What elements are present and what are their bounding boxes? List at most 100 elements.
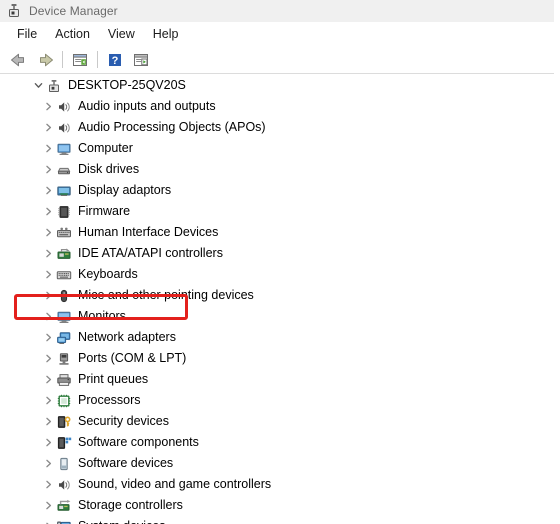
tree-item-label: Computer	[78, 141, 133, 155]
tree-row[interactable]: Disk drives	[0, 159, 554, 180]
ide-controller-icon	[57, 247, 71, 259]
speaker-icon	[59, 479, 70, 490]
tree-item-label: Human Interface Devices	[78, 225, 219, 239]
toolbar-separator	[62, 51, 63, 68]
tree-row[interactable]: Ports (COM & LPT)	[0, 348, 554, 369]
tree-row[interactable]: Storage controllers	[0, 495, 554, 516]
tree-item-label: Sound, video and game controllers	[78, 477, 272, 491]
chevron-down-icon[interactable]	[30, 75, 46, 96]
menu-item-view[interactable]: View	[99, 25, 144, 43]
tree-row[interactable]: Firmware	[0, 201, 554, 222]
menu-item-file[interactable]: File	[8, 25, 46, 43]
back-button[interactable]	[6, 48, 32, 72]
tree-row[interactable]: Processors	[0, 390, 554, 411]
menu-item-help[interactable]: Help	[144, 25, 188, 43]
tree-row[interactable]: Print queues	[0, 369, 554, 390]
tree-row[interactable]: Sound, video and game controllers	[0, 474, 554, 495]
tree-item-label: System devices	[78, 516, 166, 524]
tree-item-label: Print queues	[78, 372, 149, 386]
tree-item-label: Software devices	[78, 456, 174, 470]
chevron-right-icon[interactable]	[40, 264, 56, 285]
tree-row[interactable]: Keyboards	[0, 264, 554, 285]
security-device-icon	[57, 415, 71, 428]
monitor-icon	[57, 143, 71, 155]
chevron-right-icon[interactable]	[40, 474, 56, 495]
chevron-right-icon[interactable]	[40, 390, 56, 411]
keyboard-icon	[56, 270, 72, 279]
speaker-icon	[59, 101, 70, 112]
forward-arrow-icon	[40, 53, 53, 66]
system-device-icon	[57, 521, 71, 524]
device-manager-window: Device Manager File Action View Help ? D…	[0, 0, 560, 524]
tree-row[interactable]: Network adapters	[0, 327, 554, 348]
properties-button[interactable]	[67, 48, 93, 72]
computer-root-icon	[49, 79, 59, 92]
toolbar-separator	[97, 51, 98, 68]
back-arrow-icon	[11, 53, 24, 66]
tree-row-root[interactable]: DESKTOP-25QV20S	[0, 75, 554, 96]
svg-text:?: ?	[112, 55, 119, 67]
chevron-right-icon[interactable]	[40, 369, 56, 390]
speaker-icon	[59, 122, 70, 133]
tree-row[interactable]: Human Interface Devices	[0, 222, 554, 243]
tree-row[interactable]: System devices	[0, 516, 554, 524]
title-bar: Device Manager	[0, 0, 554, 22]
software-component-icon	[57, 436, 72, 449]
tree-row[interactable]: Audio Processing Objects (APOs)	[0, 117, 554, 138]
firmware-chip-icon	[58, 205, 70, 218]
tree-children-container: Audio inputs and outputs Audio Processing…	[0, 96, 554, 524]
device-tree: DESKTOP-25QV20S Audio inputs and outputs…	[0, 75, 554, 524]
tree-item-label: Network adapters	[78, 330, 176, 344]
chevron-right-icon[interactable]	[40, 495, 56, 516]
properties-icon	[73, 53, 87, 66]
device-manager-icon	[9, 4, 19, 17]
display-adapter-icon	[57, 186, 71, 196]
chevron-right-icon[interactable]	[40, 222, 56, 243]
tree-row[interactable]: Mice and other pointing devices	[0, 285, 554, 306]
processor-icon	[57, 394, 71, 407]
tree-row[interactable]: Display adaptors	[0, 180, 554, 201]
chevron-right-icon[interactable]	[40, 180, 56, 201]
chevron-right-icon[interactable]	[40, 306, 56, 327]
mouse-icon	[60, 289, 68, 302]
chevron-right-icon[interactable]	[40, 243, 56, 264]
tree-item-label: Mice and other pointing devices	[78, 288, 254, 302]
tree-row[interactable]: Software components	[0, 432, 554, 453]
tree-item-label: Disk drives	[78, 162, 140, 176]
tree-row[interactable]: IDE ATA/ATAPI controllers	[0, 243, 554, 264]
menu-bar: File Action View Help	[0, 22, 554, 46]
tree-item-label: Monitors	[78, 309, 126, 323]
tree-row[interactable]: Monitors	[0, 306, 554, 327]
chevron-right-icon[interactable]	[40, 96, 56, 117]
storage-controller-icon	[57, 499, 71, 511]
chevron-right-icon[interactable]	[40, 411, 56, 432]
help-question-icon: ?	[109, 53, 121, 67]
scan-for-hardware-changes-button[interactable]	[128, 48, 154, 72]
tree-row[interactable]: Software devices	[0, 453, 554, 474]
hid-icon	[57, 227, 71, 237]
tree-item-label: Audio Processing Objects (APOs)	[78, 120, 266, 134]
tree-row[interactable]: Audio inputs and outputs	[0, 96, 554, 117]
tree-item-label: Software components	[78, 435, 199, 449]
chevron-right-icon[interactable]	[40, 117, 56, 138]
tree-item-label: Security devices	[78, 414, 170, 428]
forward-button[interactable]	[32, 48, 58, 72]
tree-row[interactable]: Computer	[0, 138, 554, 159]
chevron-right-icon[interactable]	[40, 348, 56, 369]
chevron-right-icon[interactable]	[40, 201, 56, 222]
chevron-right-icon[interactable]	[40, 432, 56, 453]
tree-item-label: Ports (COM & LPT)	[78, 351, 187, 365]
chevron-right-icon[interactable]	[40, 159, 56, 180]
port-icon	[59, 352, 69, 365]
window-title: Device Manager	[29, 4, 118, 18]
tree-item-label: Firmware	[78, 204, 131, 218]
help-button[interactable]: ?	[102, 48, 128, 72]
chevron-right-icon[interactable]	[40, 453, 56, 474]
chevron-right-icon[interactable]	[40, 138, 56, 159]
tree-row[interactable]: Security devices	[0, 411, 554, 432]
menu-item-action[interactable]: Action	[46, 25, 99, 43]
chevron-right-icon[interactable]	[40, 285, 56, 306]
monitor-icon	[57, 311, 71, 323]
chevron-right-icon[interactable]	[40, 516, 56, 524]
chevron-right-icon[interactable]	[40, 327, 56, 348]
